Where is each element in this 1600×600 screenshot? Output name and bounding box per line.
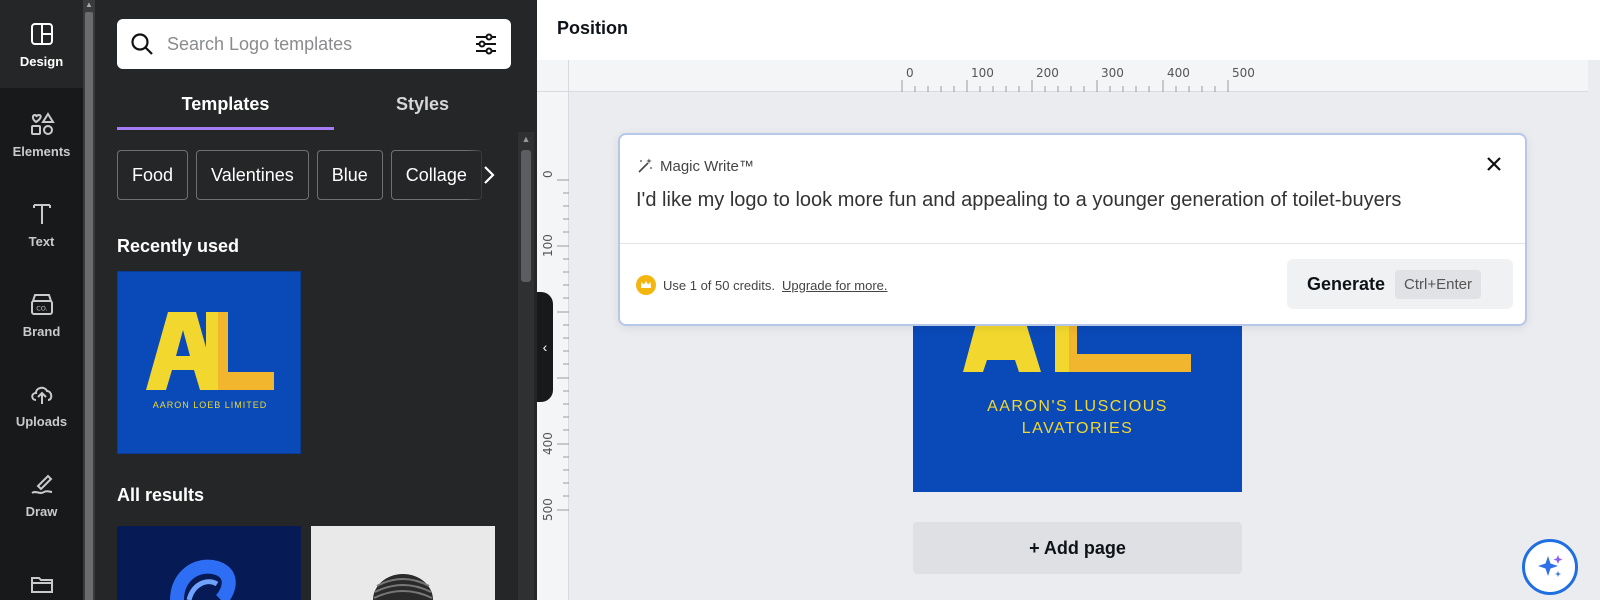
ruler-label: 500	[1232, 66, 1255, 80]
add-page-button[interactable]: + Add page	[913, 522, 1242, 574]
credits-info: Use 1 of 50 credits. Upgrade for more.	[636, 275, 888, 295]
panel-scroll-thumb[interactable]	[521, 150, 531, 282]
all-results-heading: All results	[117, 485, 205, 505]
result-thumbnail-art	[170, 559, 236, 600]
generate-label: Generate	[1307, 273, 1386, 294]
panel-tabs: Templates Styles	[117, 88, 511, 130]
draw-icon	[30, 474, 52, 494]
tab-templates[interactable]: Templates	[117, 88, 334, 130]
ruler-label: 200	[1036, 66, 1059, 80]
magic-write-title: Magic Write™	[660, 157, 754, 175]
upgrade-link[interactable]: Upgrade for more.	[782, 278, 888, 293]
svg-text:CO.: CO.	[36, 304, 47, 312]
rail-scroll-thumb[interactable]	[85, 12, 93, 600]
magic-write-prompt-input[interactable]	[636, 189, 1506, 212]
rail-item-brand[interactable]: CO. Brand	[0, 270, 83, 358]
scroll-up-icon[interactable]: ▲	[518, 134, 534, 144]
chip-blue[interactable]: Blue	[316, 150, 383, 200]
search-input[interactable]	[167, 33, 473, 55]
collapse-panel-handle[interactable]: ‹	[537, 292, 553, 402]
result-template-thumbnail[interactable]	[117, 526, 301, 600]
ruler-label: 300	[1101, 66, 1124, 80]
search-icon	[131, 33, 153, 55]
sparkle-icon	[1538, 555, 1563, 577]
scroll-up-icon[interactable]: ▲	[83, 0, 95, 10]
rail-item-design[interactable]: Design	[0, 0, 83, 88]
context-toolbar: Position	[537, 0, 1600, 60]
result-thumbnail-art	[373, 574, 433, 600]
magic-write-header: Magic Write™	[636, 157, 754, 175]
ruler-label: 100	[971, 66, 994, 80]
recent-template-thumbnail[interactable]: AARON LOEB LIMITED	[117, 271, 301, 454]
horizontal-ruler: 0 100 200 300 400 500	[569, 60, 1600, 92]
chevron-left-icon: ‹	[542, 339, 548, 355]
magic-wand-icon	[638, 158, 652, 173]
rail-label-uploads: Uploads	[15, 413, 68, 429]
text-icon	[32, 203, 51, 224]
chip-food[interactable]: Food	[117, 150, 189, 200]
al-logo-mark	[146, 312, 274, 390]
ruler-label: 500	[541, 498, 555, 521]
ruler-label: 0	[906, 66, 914, 80]
close-icon[interactable]	[1483, 153, 1505, 175]
al-logo-mark	[963, 320, 1191, 372]
brand-icon: CO.	[30, 293, 53, 315]
rail-item-projects[interactable]	[0, 540, 83, 600]
rail-item-text[interactable]: Text	[0, 180, 83, 268]
rail-label-text: Text	[28, 233, 55, 249]
left-rail: Design Elements Text CO. Brand Uploads D…	[0, 0, 83, 600]
design-text-line1[interactable]: AARON'S LUSCIOUS	[913, 398, 1242, 416]
uploads-icon	[30, 386, 52, 404]
design-icon	[30, 22, 53, 45]
templates-panel: Templates Styles FoodValentinesBlueColla…	[95, 0, 537, 600]
ruler-label: 100	[541, 234, 555, 257]
magic-assistant-button[interactable]	[1522, 539, 1578, 595]
filter-icon[interactable]	[473, 31, 499, 57]
rail-scrollbar[interactable]: ▲	[83, 0, 95, 600]
panel-scrollbar[interactable]: ▲	[518, 132, 534, 600]
search-bar	[117, 19, 511, 69]
ruler-label: 400	[541, 432, 555, 455]
elements-icon	[30, 111, 55, 135]
ruler-label: 400	[1167, 66, 1190, 80]
chevron-right-icon[interactable]	[467, 150, 511, 200]
rail-item-elements[interactable]: Elements	[0, 90, 83, 178]
recent-thumb-caption: AARON LOEB LIMITED	[152, 400, 268, 410]
recently-used-heading: Recently used	[117, 236, 240, 256]
rail-item-draw[interactable]: Draw	[0, 450, 83, 538]
tab-styles[interactable]: Styles	[334, 88, 511, 130]
result-template-thumbnail[interactable]	[311, 526, 495, 600]
rail-label-draw: Draw	[25, 503, 58, 519]
chip-valentines[interactable]: Valentines	[196, 150, 309, 200]
folder-icon	[30, 577, 53, 593]
design-canvas[interactable]: AARON'S LUSCIOUS LAVATORIES	[913, 300, 1242, 492]
crown-icon	[636, 275, 656, 295]
credits-text: Use 1 of 50 credits.	[663, 277, 775, 293]
ruler-corner	[537, 60, 569, 92]
ruler-ticks	[901, 80, 1229, 92]
divider	[620, 243, 1525, 244]
ruler-label: 0	[541, 170, 555, 178]
rail-label-elements: Elements	[12, 143, 71, 159]
generate-button[interactable]: Generate Ctrl+Enter	[1287, 259, 1513, 309]
rail-label-design: Design	[19, 53, 64, 69]
magic-write-dialog: Magic Write™ Use 1 of 50 credits. Upgrad…	[618, 133, 1527, 326]
rail-label-brand: Brand	[22, 323, 61, 339]
design-text-line2[interactable]: LAVATORIES	[913, 420, 1242, 438]
category-chips: Food Valentines Blue Collage	[117, 150, 497, 200]
editor-scrollbar[interactable]	[1588, 60, 1600, 600]
rail-item-uploads[interactable]: Uploads	[0, 360, 83, 448]
position-button[interactable]: Position	[557, 18, 628, 39]
shortcut-badge: Ctrl+Enter	[1395, 269, 1481, 299]
